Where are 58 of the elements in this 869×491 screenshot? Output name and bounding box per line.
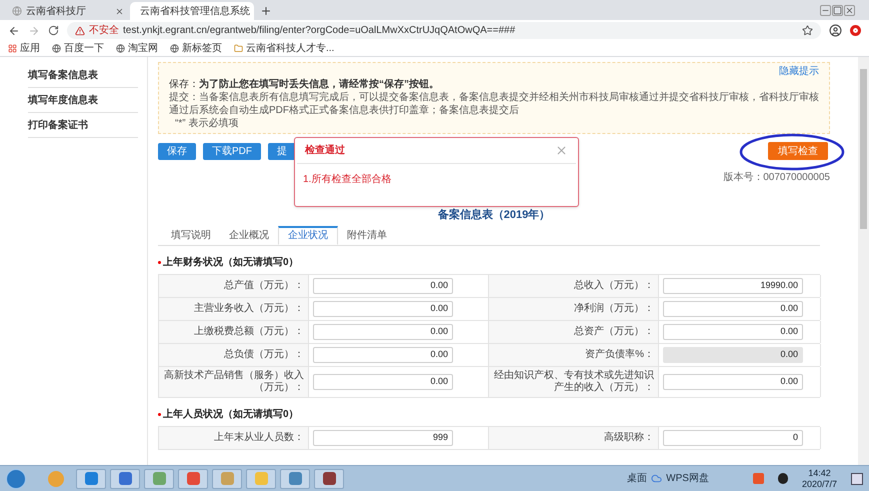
sidebar-item[interactable]: 填写年度信息表 [28, 88, 138, 113]
save-tip: 保存：为了防止您在填写时丢失信息，请经常按“保存”按钮。 [169, 78, 440, 91]
field-label: 上年末从业人员数： [214, 432, 304, 444]
number-field[interactable]: 999 [313, 430, 453, 446]
clock-date: 2020/7/7 [802, 478, 837, 490]
form-tab[interactable]: 企业状况 [278, 226, 338, 244]
number-field[interactable]: 0.00 [313, 324, 453, 340]
tab-title: 云南省科技厅 [26, 4, 87, 18]
number-field[interactable]: 0.00 [313, 300, 453, 316]
number-field[interactable]: 0.00 [313, 278, 453, 294]
required-tip: “*” 表示必填项 [174, 117, 240, 130]
form-tab[interactable]: 附件清单 [338, 226, 396, 244]
section-heading: 上年财务状况（如无请填写0） [163, 256, 299, 270]
field-label: 总收入（万元）： [574, 280, 654, 292]
sidebar-item[interactable]: 打印备案证书 [28, 113, 138, 138]
address-bar[interactable]: 不安全 test.ynkjt.egrant.cn/egrantweb/filing/enter?orgCode=uOalLMwXxCtrUJqQAtOwQA==### [67, 22, 821, 39]
field-label: 经由知识产权、专有技术或先进知识产生的收入（万元）： [493, 370, 654, 394]
cloud-drive-label[interactable]: WPS网盘 [666, 471, 709, 486]
field-label: 净利润（万元）： [574, 302, 654, 314]
number-field[interactable]: 0.00 [313, 346, 453, 362]
number-field[interactable]: 19990.00 [663, 278, 803, 294]
form-tab[interactable]: 企业概况 [220, 226, 278, 244]
number-field[interactable]: 0.00 [663, 300, 803, 316]
submit-tip: 提交：当备案信息表所有信息填写完成后，可以提交备案信息表，备案信息表提交并经相关州市科技局审核通过并提交省科技厅审核，省科技厅审核通过后系统会自动生成PDF格式正式备案信息表供打印盖章；备案信息表提交后 [169, 91, 819, 117]
hide-tips-link[interactable]: 隐藏提示 [779, 66, 819, 78]
field-label: 上缴税费总额（万元）： [194, 326, 304, 338]
dialog-title: 检查通过 [305, 144, 345, 158]
version-number: 版本号：007070000005 [723, 170, 830, 185]
field-label: 总资产（万元）： [574, 326, 654, 338]
dialog-message: 1.所有检查全部合格 [302, 172, 392, 187]
bookmark-item[interactable]: 云南省科技人才专... [234, 41, 334, 56]
security-label: 不安全 [89, 24, 119, 38]
field-label: 高新技术产品销售（服务）收入（万元）： [163, 370, 304, 394]
bookmark-item[interactable]: 新标签页 [170, 41, 222, 56]
form-title: 备案信息表（2019年） [438, 207, 550, 223]
browser-tab[interactable]: 云南省科技管理信息系统 [130, 2, 254, 20]
sidebar-item[interactable]: 填写备案信息表 [28, 63, 138, 88]
desktop-label[interactable]: 桌面 [627, 471, 648, 486]
action-button[interactable]: 提 [268, 143, 296, 160]
number-field[interactable]: 0.00 [663, 324, 803, 340]
number-field[interactable]: 0.00 [313, 374, 453, 390]
field-label: 总负债（万元）： [224, 348, 304, 360]
field-label: 主营业务收入（万元）： [194, 302, 304, 314]
tab-title: 云南省科技管理信息系统 [140, 4, 250, 18]
field-label: 高级职称： [604, 432, 654, 444]
field-label: 资产负债率%： [585, 348, 654, 360]
form-tab[interactable]: 填写说明 [162, 226, 220, 244]
bookmark-item[interactable]: 淘宝网 [116, 41, 158, 56]
section-heading: 上年人员状况（如无请填写0） [163, 408, 299, 422]
number-field[interactable]: 0 [663, 430, 803, 446]
bookmark-item[interactable]: 百度一下 [52, 41, 104, 56]
clock-time: 14:42 [808, 468, 831, 478]
action-button[interactable]: 保存 [158, 143, 196, 160]
action-button[interactable]: 下载PDF [203, 143, 261, 160]
bookmark-item[interactable]: 应用 [8, 41, 40, 56]
url-text: test.ynkjt.egrant.cn/egrantweb/filing/enter?orgCode=uOalLMwXxCtrUJqQAtOwQA==### [123, 24, 516, 38]
field-label: 总产值（万元）： [224, 280, 304, 292]
number-field[interactable]: 0.00 [663, 374, 803, 390]
